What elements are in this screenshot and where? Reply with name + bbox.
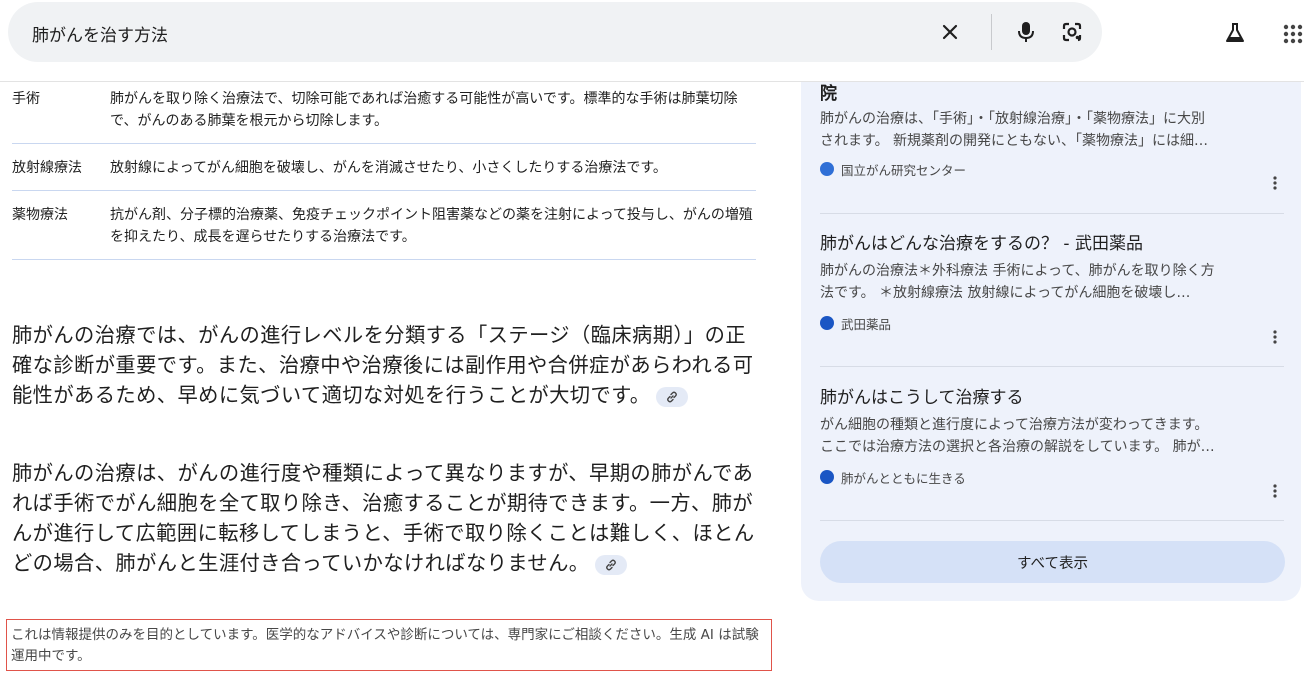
site-favicon-icon bbox=[820, 470, 834, 484]
table-row: 薬物療法 抗がん剤、分子標的治療薬、免疫チェックポイント阻害薬などの薬を注射によ… bbox=[12, 191, 756, 260]
source-snippet: がん細胞の種類と進行度によって治療方法が変わってきます。 bbox=[820, 417, 1209, 433]
link-icon bbox=[606, 559, 617, 570]
source-site-name: 武田薬品 bbox=[841, 316, 892, 332]
divider bbox=[820, 520, 1284, 521]
clear-search-button[interactable] bbox=[934, 16, 966, 48]
source-site[interactable]: 肺がんとともに生きる bbox=[820, 468, 1284, 486]
top-bar: 肺がんを治す方法 bbox=[0, 0, 1304, 82]
divider bbox=[820, 213, 1284, 214]
paragraph-text: 肺がんの治療は、がんの進行度や種類によって異なりますが、早期の肺がんであれば手術… bbox=[12, 461, 755, 575]
divider bbox=[820, 366, 1284, 367]
apps-grid-icon bbox=[1283, 24, 1303, 44]
table-description: 放射線によってがん細胞を破壊し、がんを消滅させたり、小さくしたりする治療法です。 bbox=[110, 160, 667, 176]
table-term: 放射線療法 bbox=[12, 160, 82, 176]
search-input[interactable]: 肺がんを治す方法 bbox=[32, 21, 168, 46]
overview-paragraph: 肺がんの治療では、がんの進行レベルを分類する「ステージ（臨床病期）」の正確な診断… bbox=[12, 320, 756, 410]
table-description: 抗がん剤、分子標的治療薬、免疫チェックポイント阻害薬などの薬を注射によって投与し… bbox=[110, 207, 753, 245]
source-title[interactable]: 肺がんはどんな治療をするの？ - 武田薬品 bbox=[820, 232, 1284, 256]
source-site[interactable]: 武田薬品 bbox=[820, 314, 1284, 332]
more-options-icon[interactable] bbox=[1272, 482, 1278, 500]
sources-panel: 院 肺がんの治療は、「手術」・「放射線治療」・「薬物療法」に大別 されます。 新… bbox=[801, 82, 1301, 601]
source-card[interactable]: 院 肺がんの治療は、「手術」・「放射線治療」・「薬物療法」に大別 されます。 新… bbox=[820, 82, 1284, 190]
source-title[interactable]: 肺がんはこうして治療する bbox=[820, 386, 1284, 410]
search-box[interactable]: 肺がんを治す方法 bbox=[8, 2, 1102, 62]
apps-button[interactable] bbox=[1276, 16, 1304, 50]
source-link-button[interactable] bbox=[656, 386, 689, 407]
source-site-name: 国立がん研究センター bbox=[841, 162, 967, 178]
paragraph-text: 肺がんの治療では、がんの進行レベルを分類する「ステージ（臨床病期）」の正確な診断… bbox=[12, 323, 754, 407]
labs-button[interactable] bbox=[1218, 16, 1252, 50]
site-favicon-icon bbox=[820, 162, 834, 176]
overview-paragraph: 肺がんの治療は、がんの進行度や種類によって異なりますが、早期の肺がんであれば手術… bbox=[12, 458, 756, 578]
table-term: 手術 bbox=[12, 91, 40, 107]
more-options-icon[interactable] bbox=[1272, 174, 1278, 192]
table-term: 薬物療法 bbox=[12, 207, 68, 223]
source-snippet: されます。 新規薬剤の開発にともない、「薬物療法」には細… bbox=[820, 133, 1209, 149]
flask-icon bbox=[1226, 23, 1244, 42]
table-description: 肺がんを取り除く治療法で、切除可能であれば治癒する可能性が高いです。標準的な手術… bbox=[110, 91, 738, 129]
source-title[interactable]: 院 bbox=[820, 82, 1284, 106]
source-card[interactable]: 肺がんはどんな治療をするの？ - 武田薬品 肺がんの治療法＊外科療法 手術によっ… bbox=[820, 232, 1284, 344]
image-search-button[interactable] bbox=[1056, 16, 1088, 48]
link-icon bbox=[667, 391, 678, 402]
more-options-icon[interactable] bbox=[1272, 328, 1278, 346]
source-snippet: 肺がんの治療は、「手術」・「放射線治療」・「薬物療法」に大別 bbox=[820, 111, 1205, 127]
source-snippet: 肺がんの治療法＊外科療法 手術によって、肺がんを取り除く方 bbox=[820, 263, 1215, 279]
mic-icon bbox=[1018, 22, 1034, 42]
ai-disclaimer: これは情報提供のみを目的としています。医学的なアドバイスや診断については、専門家… bbox=[6, 619, 772, 671]
table-row: 放射線療法 放射線によってがん細胞を破壊し、がんを消滅させたり、小さくしたりする… bbox=[12, 144, 756, 191]
source-site-name: 肺がんとともに生きる bbox=[841, 470, 966, 486]
treatment-table: 手術 肺がんを取り除く治療法で、切除可能であれば治癒する可能性が高いです。標準的… bbox=[12, 82, 756, 260]
voice-search-button[interactable] bbox=[1010, 16, 1042, 48]
lens-icon bbox=[1062, 22, 1082, 42]
close-icon bbox=[942, 24, 958, 40]
source-card[interactable]: 肺がんはこうして治療する がん細胞の種類と進行度によって治療方法が変わってきます… bbox=[820, 386, 1284, 498]
table-row: 手術 肺がんを取り除く治療法で、切除可能であれば治癒する可能性が高いです。標準的… bbox=[12, 82, 756, 144]
source-site[interactable]: 国立がん研究センター bbox=[820, 160, 1284, 178]
show-all-button[interactable]: すべて表示 bbox=[820, 541, 1285, 583]
source-link-button[interactable] bbox=[595, 554, 628, 575]
search-divider bbox=[991, 14, 992, 50]
source-snippet: ここでは治療方法の選択と各治療の解説をしています。 肺が… bbox=[820, 439, 1215, 455]
site-favicon-icon bbox=[820, 316, 834, 330]
source-snippet: 法です。 ＊放射線療法 放射線によってがん細胞を破壊し… bbox=[820, 285, 1191, 301]
